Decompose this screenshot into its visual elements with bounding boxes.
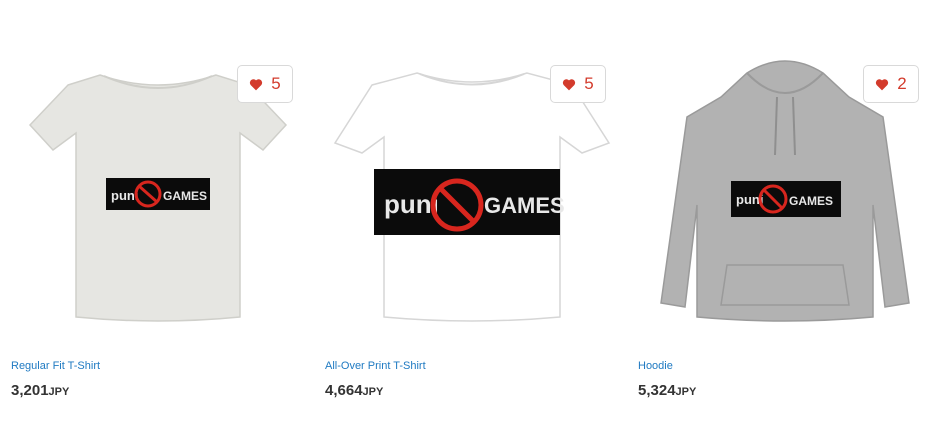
product-card[interactable]: puni GAMES 5 Regular Fit T-Shirt 3,201JP… — [8, 55, 308, 415]
heart-icon — [250, 78, 263, 90]
svg-text:puni: puni — [111, 188, 138, 203]
like-count: 2 — [897, 74, 907, 93]
product-price: 3,201JPY — [11, 382, 69, 400]
product-price: 4,664JPY — [325, 382, 383, 400]
svg-text:GAMES: GAMES — [789, 194, 833, 208]
price-currency: JPY — [362, 386, 384, 398]
like-button[interactable]: 5 — [550, 65, 606, 103]
like-count: 5 — [584, 74, 594, 93]
product-name-link[interactable]: Regular Fit T-Shirt — [11, 360, 100, 372]
price-amount: 3,201 — [11, 382, 49, 399]
product-name-link[interactable]: All-Over Print T-Shirt — [325, 360, 426, 372]
puni-games-print: puni GAMES — [374, 169, 565, 235]
heart-icon — [563, 78, 576, 90]
like-button[interactable]: 2 — [863, 65, 919, 103]
price-amount: 4,664 — [325, 382, 363, 399]
puni-games-print: puni GAMES — [731, 181, 841, 217]
like-button[interactable]: 5 — [237, 65, 293, 103]
like-count: 5 — [271, 74, 281, 93]
product-name-link[interactable]: Hoodie — [638, 360, 673, 372]
svg-text:GAMES: GAMES — [163, 189, 207, 203]
price-currency: JPY — [48, 386, 70, 398]
product-card[interactable]: puni GAMES 2 Hoodie 5,324JPY — [635, 55, 929, 415]
product-card[interactable]: puni GAMES 5 All-Over Print T-Shirt 4,66… — [322, 55, 622, 415]
product-price: 5,324JPY — [638, 382, 696, 400]
svg-text:GAMES: GAMES — [484, 193, 565, 218]
price-amount: 5,324 — [638, 382, 676, 399]
heart-icon — [876, 78, 889, 90]
price-currency: JPY — [675, 386, 697, 398]
puni-games-print: puni GAMES — [106, 178, 210, 210]
